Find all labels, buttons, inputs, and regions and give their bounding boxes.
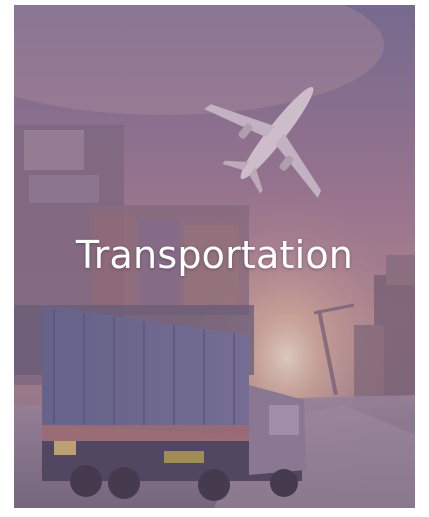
card-title: Transportation [75, 233, 354, 277]
transportation-card[interactable]: Transportation [14, 5, 415, 508]
